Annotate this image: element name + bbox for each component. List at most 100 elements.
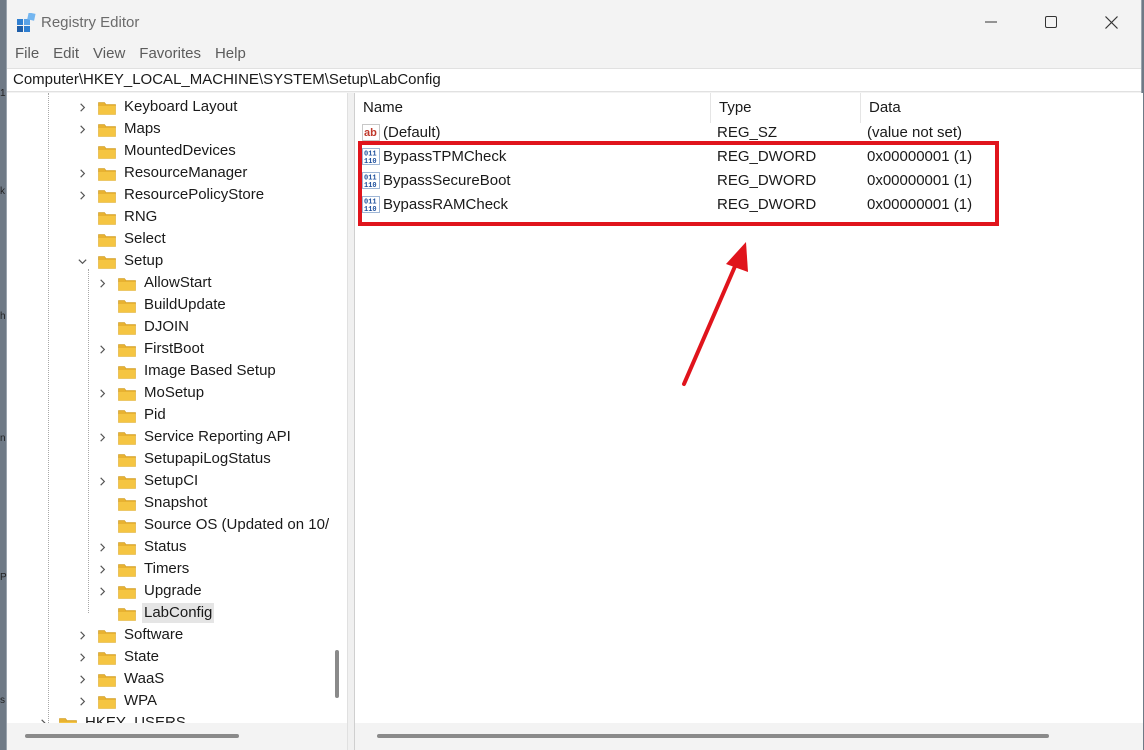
tree-item-label: State <box>124 648 160 665</box>
tree-item[interactable]: Snapshot <box>96 492 209 514</box>
tree-item-label: MountedDevices <box>124 142 236 159</box>
folder-icon <box>98 144 116 159</box>
tree-item[interactable]: Upgrade <box>96 580 204 602</box>
desktop-edge-glyph: s <box>0 695 5 706</box>
tree-item[interactable]: Image Based Setup <box>96 360 278 382</box>
list-horizontal-scrollbar[interactable] <box>355 723 1143 750</box>
tree-item-label: Image Based Setup <box>144 362 276 379</box>
tree-item[interactable]: RNG <box>76 206 159 228</box>
tree-item-label: Service Reporting API <box>144 428 291 445</box>
tree-item[interactable]: WPA <box>76 690 159 712</box>
tree-item[interactable]: FirstBoot <box>96 338 206 360</box>
menu-view[interactable]: View <box>86 44 132 66</box>
folder-icon <box>118 606 136 621</box>
folder-icon <box>98 650 116 665</box>
tree-horizontal-scroll-thumb[interactable] <box>25 734 239 738</box>
chevron-right-icon[interactable] <box>96 382 108 404</box>
tree-horizontal-scrollbar[interactable] <box>7 723 347 750</box>
tree-item[interactable]: Setup <box>76 250 165 272</box>
folder-icon <box>118 386 136 401</box>
tree-item-label: MoSetup <box>144 384 205 401</box>
tree-item[interactable]: Software <box>76 624 185 646</box>
tree-vertical-scrollbar[interactable] <box>329 93 347 723</box>
chevron-right-icon[interactable] <box>96 426 108 448</box>
tree-item[interactable]: Service Reporting API <box>96 426 293 448</box>
tree-item-label: SetupCI <box>144 472 199 489</box>
close-button[interactable] <box>1082 0 1140 44</box>
maximize-button[interactable] <box>1022 0 1080 44</box>
menu-favorites[interactable]: Favorites <box>132 44 208 66</box>
tree-item[interactable]: LabConfig <box>96 602 215 624</box>
tree-item[interactable]: Maps <box>76 118 163 140</box>
minimize-button[interactable] <box>962 0 1020 44</box>
tree-item[interactable]: AllowStart <box>96 272 214 294</box>
tree-item-label: ResourcePolicyStore <box>124 186 265 203</box>
chevron-right-icon[interactable] <box>37 712 49 723</box>
chevron-right-icon[interactable] <box>96 580 108 602</box>
chevron-right-icon[interactable] <box>76 690 88 712</box>
folder-icon <box>118 452 136 467</box>
list-horizontal-scroll-thumb[interactable] <box>377 734 1049 738</box>
folder-icon <box>118 276 136 291</box>
column-header-type[interactable]: Type <box>711 93 861 123</box>
pane-splitter[interactable] <box>347 93 355 750</box>
tree-item-label: DJOIN <box>144 318 189 335</box>
tree-vertical-scroll-thumb[interactable] <box>335 650 339 698</box>
key-tree-pane: Keyboard Layout Maps MountedDevices Resourc… <box>7 93 347 750</box>
chevron-right-icon[interactable] <box>76 624 88 646</box>
tree-item[interactable]: Source OS (Updated on 10/7 <box>96 514 329 536</box>
folder-icon <box>118 430 136 445</box>
tree-item[interactable]: WaaS <box>76 668 166 690</box>
tree-item[interactable]: State <box>76 646 161 668</box>
folder-icon <box>118 562 136 577</box>
chevron-right-icon[interactable] <box>96 272 108 294</box>
chevron-right-icon[interactable] <box>96 338 108 360</box>
title-bar[interactable]: Registry Editor <box>7 0 1141 44</box>
tree-item[interactable]: ResourceManager <box>76 162 249 184</box>
tree-item[interactable]: SetupCI <box>96 470 200 492</box>
tree-item[interactable]: Status <box>96 536 189 558</box>
tree-item[interactable]: Timers <box>96 558 191 580</box>
chevron-right-icon[interactable] <box>76 184 88 206</box>
tree-item[interactable]: HKEY_USERS <box>37 712 188 723</box>
menu-help[interactable]: Help <box>208 44 253 66</box>
tree-item[interactable]: SetupapiLogStatus <box>96 448 273 470</box>
menu-file[interactable]: File <box>8 44 46 66</box>
column-header-name[interactable]: Name <box>355 93 711 123</box>
chevron-right-icon[interactable] <box>96 558 108 580</box>
tree-item[interactable]: MountedDevices <box>76 140 238 162</box>
address-bar[interactable]: Computer\HKEY_LOCAL_MACHINE\SYSTEM\Setup… <box>7 68 1141 92</box>
folder-icon <box>118 320 136 335</box>
tree-item-label: WPA <box>124 692 158 709</box>
chevron-down-icon[interactable] <box>76 250 88 272</box>
menu-edit[interactable]: Edit <box>46 44 86 66</box>
column-header-data[interactable]: Data <box>861 93 1143 123</box>
minimize-icon <box>985 21 997 23</box>
chevron-right-icon[interactable] <box>76 668 88 690</box>
folder-icon <box>98 122 116 137</box>
chevron-right-icon[interactable] <box>76 162 88 184</box>
folder-icon <box>118 408 136 423</box>
menu-bar: File Edit View Favorites Help <box>7 44 1141 66</box>
registry-editor-window: Registry Editor File Edit View Favorites… <box>6 0 1143 750</box>
chevron-right-icon[interactable] <box>96 470 108 492</box>
folder-icon <box>98 166 116 181</box>
chevron-right-icon[interactable] <box>76 646 88 668</box>
chevron-right-icon[interactable] <box>96 536 108 558</box>
tree-item[interactable]: MoSetup <box>96 382 206 404</box>
tree-item[interactable]: Keyboard Layout <box>76 96 239 118</box>
tree-item-label: RNG <box>124 208 158 225</box>
tree-item[interactable]: BuildUpdate <box>96 294 228 316</box>
folder-icon <box>118 474 136 489</box>
chevron-right-icon[interactable] <box>76 118 88 140</box>
key-tree: Keyboard Layout Maps MountedDevices Resourc… <box>7 93 329 723</box>
tree-item-label: AllowStart <box>144 274 212 291</box>
folder-icon <box>98 232 116 247</box>
tree-item[interactable]: DJOIN <box>96 316 191 338</box>
folder-icon <box>59 716 77 723</box>
chevron-right-icon[interactable] <box>76 96 88 118</box>
tree-item[interactable]: Select <box>76 228 168 250</box>
tree-item[interactable]: ResourcePolicyStore <box>76 184 266 206</box>
svg-text:ab: ab <box>364 127 377 139</box>
tree-item[interactable]: Pid <box>96 404 168 426</box>
